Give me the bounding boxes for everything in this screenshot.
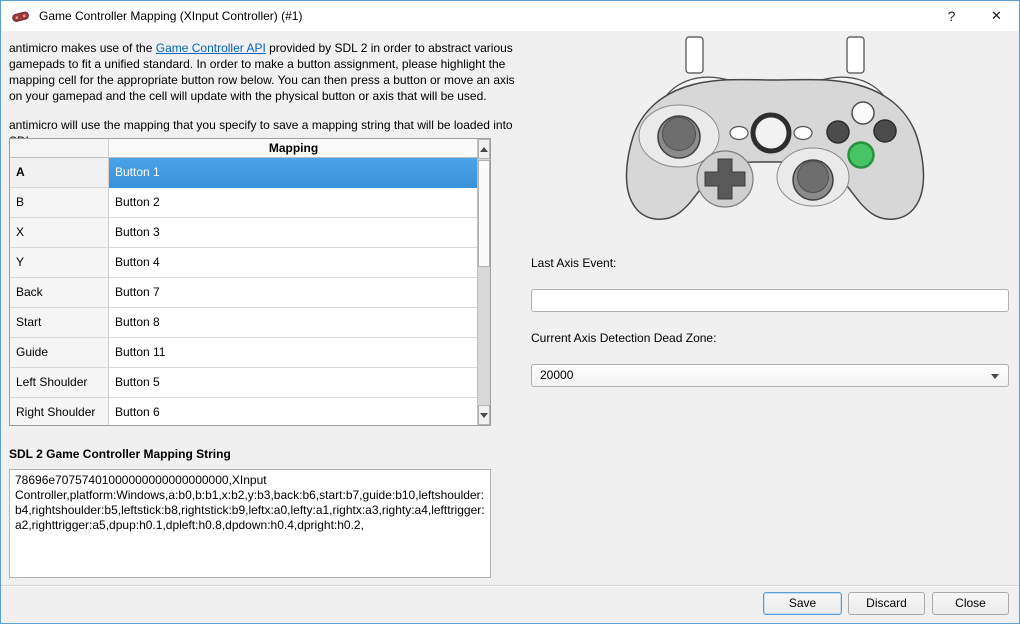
mapping-value-cell[interactable]: Button 11 xyxy=(109,338,478,368)
dead-zone-value: 20000 xyxy=(540,368,574,382)
table-scrollbar[interactable] xyxy=(477,139,490,425)
scroll-up-icon xyxy=(480,146,488,152)
mapping-value-cell[interactable]: Button 8 xyxy=(109,308,478,338)
table-corner-cell xyxy=(10,139,109,158)
sdl-mapping-string-label: SDL 2 Game Controller Mapping String xyxy=(9,447,231,461)
scroll-down-icon xyxy=(480,412,488,418)
right-stick xyxy=(776,147,850,207)
intro-text: antimicro makes use of the Game Controll… xyxy=(9,40,515,149)
mapping-value-cell[interactable]: Button 7 xyxy=(109,278,478,308)
table-row: B Button 2 xyxy=(10,188,490,218)
game-controller-api-link[interactable]: Game Controller API xyxy=(156,41,266,55)
table-row: Y Button 4 xyxy=(10,248,490,278)
back-button xyxy=(729,125,749,141)
table-header-row: Mapping xyxy=(10,139,490,158)
mapping-value-cell[interactable]: Button 6 xyxy=(109,398,478,425)
table-row: A Button 1 xyxy=(10,158,490,188)
sdl-mapping-string-textarea[interactable]: 78696e70757401000000000000000000,XInput … xyxy=(9,469,491,578)
dialog-window: Game Controller Mapping (XInput Controll… xyxy=(0,0,1020,624)
table-row: Back Button 7 xyxy=(10,278,490,308)
close-button[interactable]: Close xyxy=(932,592,1009,615)
save-button[interactable]: Save xyxy=(763,592,842,615)
intro-paragraph-1: antimicro makes use of the Game Controll… xyxy=(9,40,515,104)
last-axis-event-label: Last Axis Event: xyxy=(531,256,617,270)
button-name-cell[interactable]: A xyxy=(10,158,109,188)
table-row: Left Shoulder Button 5 xyxy=(10,368,490,398)
window-title: Game Controller Mapping (XInput Controll… xyxy=(39,9,303,23)
y-button xyxy=(851,101,875,125)
dead-zone-select[interactable]: 20000 xyxy=(531,364,1009,387)
gamepad-window-icon xyxy=(12,11,29,22)
mapping-value-cell[interactable]: Button 5 xyxy=(109,368,478,398)
dpad xyxy=(696,150,754,208)
scroll-up-button[interactable] xyxy=(478,139,490,159)
intro-p1-before: antimicro makes use of the xyxy=(9,41,156,55)
table-row: Guide Button 11 xyxy=(10,338,490,368)
trigger-tabs xyxy=(685,36,865,74)
scrollbar-thumb[interactable] xyxy=(478,160,490,267)
mapping-value-cell[interactable]: Button 2 xyxy=(109,188,478,218)
button-name-cell[interactable]: Y xyxy=(10,248,109,278)
controller-image xyxy=(625,36,925,220)
table-row: X Button 3 xyxy=(10,218,490,248)
button-name-cell[interactable]: Back xyxy=(10,278,109,308)
mapping-table: Mapping A Button 1 B Button 2 X Button 3 xyxy=(9,138,491,426)
help-button[interactable]: ? xyxy=(929,1,974,31)
table-row: Right Shoulder Button 6 xyxy=(10,398,490,425)
button-name-cell[interactable]: Right Shoulder xyxy=(10,398,109,425)
table-row: Start Button 8 xyxy=(10,308,490,338)
last-axis-event-input[interactable] xyxy=(531,289,1009,312)
footer-divider xyxy=(1,585,1019,586)
start-button xyxy=(793,125,813,141)
mapping-value-cell[interactable]: Button 3 xyxy=(109,218,478,248)
b-button xyxy=(873,119,897,143)
title-bar: Game Controller Mapping (XInput Controll… xyxy=(1,1,1019,31)
button-name-cell[interactable]: Left Shoulder xyxy=(10,368,109,398)
scroll-down-button[interactable] xyxy=(478,405,490,425)
chevron-down-icon xyxy=(991,374,999,379)
x-button xyxy=(826,120,850,144)
button-name-cell[interactable]: B xyxy=(10,188,109,218)
dead-zone-label: Current Axis Detection Dead Zone: xyxy=(531,331,717,345)
mapping-value-cell[interactable]: Button 1 xyxy=(109,158,478,188)
a-button-highlighted xyxy=(847,141,875,169)
button-name-cell[interactable]: X xyxy=(10,218,109,248)
mapping-value-cell[interactable]: Button 4 xyxy=(109,248,478,278)
button-name-cell[interactable]: Start xyxy=(10,308,109,338)
mapping-table-body: A Button 1 B Button 2 X Button 3 Y Butto… xyxy=(10,158,490,425)
mapping-column-header: Mapping xyxy=(109,139,478,158)
button-name-cell[interactable]: Guide xyxy=(10,338,109,368)
discard-button[interactable]: Discard xyxy=(848,592,925,615)
guide-button xyxy=(750,112,792,154)
window-close-button[interactable]: ✕ xyxy=(974,1,1019,31)
